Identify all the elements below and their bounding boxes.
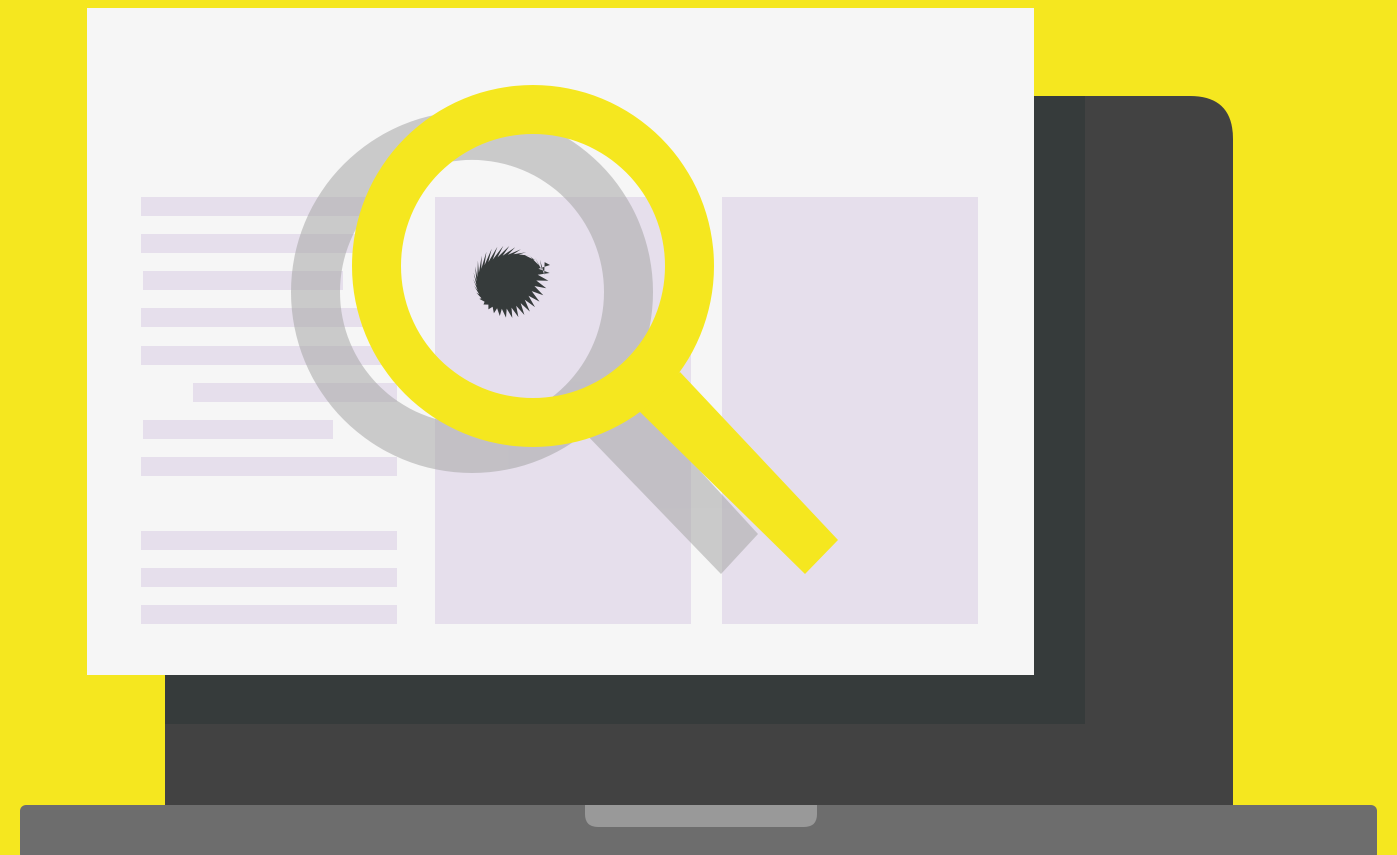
text-line xyxy=(141,605,397,624)
trackpad-notch xyxy=(585,805,817,827)
illustration-scene xyxy=(0,0,1397,855)
text-line xyxy=(141,568,397,587)
image-placeholder-right xyxy=(722,197,978,624)
text-line xyxy=(143,420,333,439)
text-line xyxy=(141,531,397,550)
laptop-search-illustration xyxy=(20,8,1377,855)
text-line xyxy=(141,457,397,476)
